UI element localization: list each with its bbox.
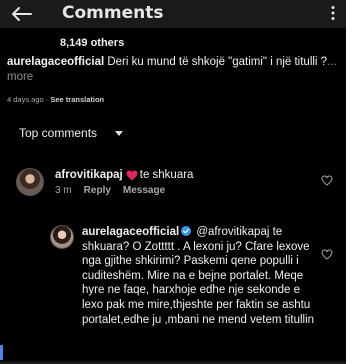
comment-row: afrovitikapaj te shkuara 3 m Reply Messa… xyxy=(0,160,352,206)
post-age: 4 days ago xyxy=(7,95,44,104)
comment-body: aurelagaceofficial @afrovitikapaj te shk… xyxy=(82,225,322,327)
comment-reply-row: aurelagaceofficial @afrovitikapaj te shk… xyxy=(0,222,352,364)
avatar[interactable] xyxy=(50,225,74,249)
message-button[interactable]: Message xyxy=(123,185,165,196)
comment-text: te shkuara xyxy=(139,169,194,181)
sort-dropdown[interactable]: Top comments xyxy=(19,126,124,140)
heart-emoji-icon xyxy=(126,170,138,180)
caption-text: Deri ku mund të shkojë "gatimi" i një ti… xyxy=(104,56,328,68)
verified-badge-icon xyxy=(181,226,192,236)
reply-button[interactable]: Reply xyxy=(84,185,111,196)
more-options-button[interactable] xyxy=(328,3,338,23)
comment-username[interactable]: afrovitikapaj xyxy=(55,169,123,181)
likes-count[interactable]: 8,149 others xyxy=(60,37,124,49)
comment-username[interactable]: aurelagaceofficial xyxy=(82,226,179,238)
frame-right-border xyxy=(346,0,352,364)
comment-time: 3 m xyxy=(55,185,72,196)
avatar[interactable] xyxy=(16,168,44,196)
page-title: Comments xyxy=(62,3,164,23)
comment-text: @afrovitikapaj te shkuara? O Zottttt . A… xyxy=(82,226,315,326)
post-caption: aurelagaceofficial Deri ku mund të shkoj… xyxy=(7,55,337,85)
comments-screen: Comments 8,149 others aurelagaceofficial… xyxy=(0,0,352,364)
top-bar: Comments xyxy=(0,0,352,28)
caption-username[interactable]: aurelagaceofficial xyxy=(7,56,104,68)
back-arrow-icon xyxy=(12,7,32,21)
post-meta: 4 days ago · See translation xyxy=(7,95,104,104)
sort-label: Top comments xyxy=(19,126,98,140)
caret-down-icon xyxy=(115,130,124,136)
see-translation-link[interactable]: See translation xyxy=(50,95,104,104)
heart-outline-icon[interactable] xyxy=(321,175,333,186)
more-vertical-icon xyxy=(331,6,335,20)
back-button[interactable] xyxy=(8,4,34,24)
heart-outline-icon[interactable] xyxy=(321,249,333,260)
comment-body: afrovitikapaj te shkuara xyxy=(55,169,193,181)
frame-bottom-edge xyxy=(0,360,352,364)
comment-actions: 3 m Reply Message xyxy=(55,185,165,196)
